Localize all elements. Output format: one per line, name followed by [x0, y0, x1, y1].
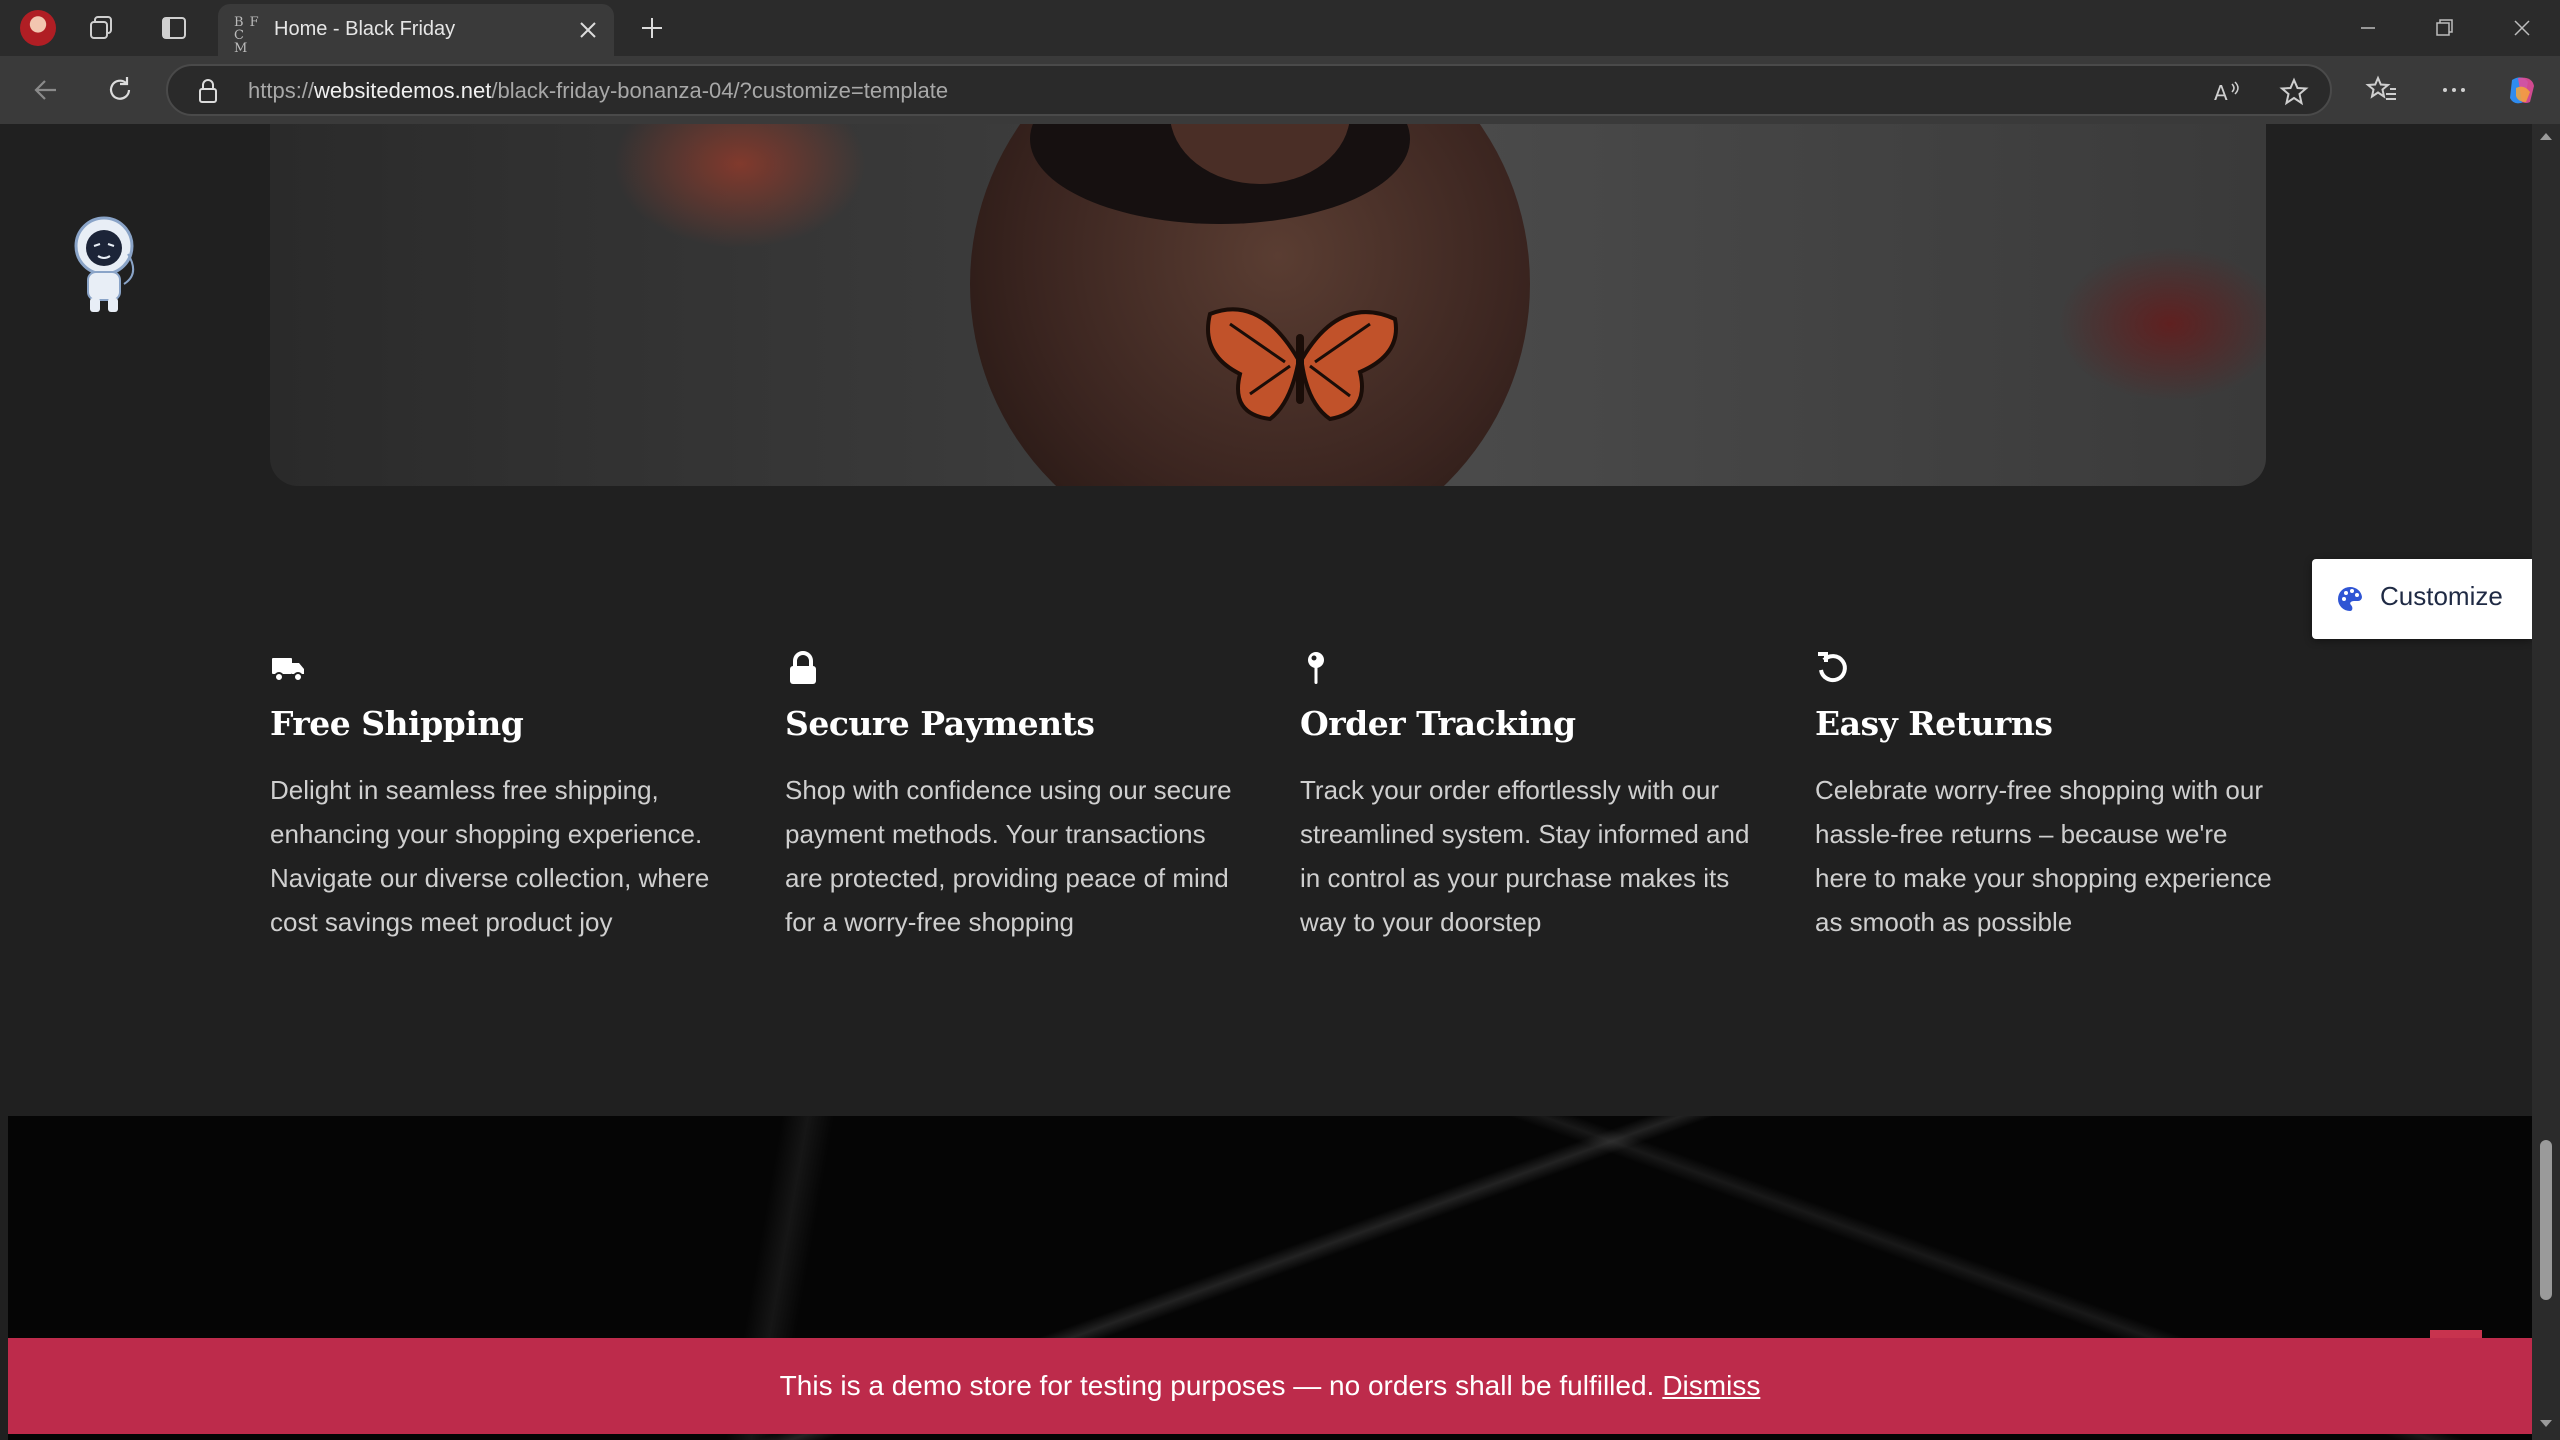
window-close-icon[interactable] [2506, 12, 2538, 44]
customize-button[interactable]: Customize [2312, 559, 2532, 639]
favorites-icon[interactable] [2364, 72, 2400, 108]
feature-description: Track your order effortlessly with our s… [1300, 775, 1750, 937]
undo-icon [1818, 652, 1847, 683]
tab-actions-icon[interactable] [158, 12, 190, 44]
feature-description: Shop with confidence using our secure pa… [785, 775, 1232, 937]
feature-description: Celebrate worry-free shopping with our h… [1815, 775, 2272, 937]
scroll-down-icon[interactable] [2538, 1418, 2554, 1430]
new-tab-icon[interactable] [636, 12, 668, 44]
more-icon[interactable] [2436, 72, 2472, 108]
url-domain: websitedemos.net [314, 78, 492, 103]
demo-store-notice: This is a demo store for testing purpose… [8, 1338, 2532, 1434]
copilot-icon[interactable] [2504, 72, 2540, 108]
hero-image [270, 124, 2266, 486]
scrollbar-thumb[interactable] [2540, 1140, 2552, 1300]
browser-tab-bar: B FC M Home - Black Friday [0, 0, 2560, 56]
butterfly-icon [1206, 307, 1398, 422]
address-bar[interactable]: https://websitedemos.net/black-friday-bo… [166, 64, 2332, 116]
dismiss-link[interactable]: Dismiss [1662, 1370, 1760, 1402]
truck-icon [272, 658, 304, 682]
read-aloud-icon[interactable]: A [2210, 76, 2242, 108]
refresh-icon[interactable] [102, 72, 138, 108]
tab-title: Home - Black Friday [274, 18, 456, 40]
close-icon[interactable] [576, 18, 600, 42]
web-page: Free Shipping Delight in seamless free s… [8, 124, 2532, 1440]
feature-description: Delight in seamless free shipping, enhan… [270, 775, 710, 937]
workspaces-icon[interactable] [86, 12, 118, 44]
scroll-up-icon[interactable] [2538, 130, 2554, 142]
url-path: /black-friday-bonanza-04/?customize=temp… [491, 78, 949, 103]
astronaut-mascot-icon[interactable] [68, 214, 144, 314]
map-pin-icon [1308, 652, 1324, 684]
restore-icon[interactable] [2428, 12, 2460, 44]
url-text[interactable]: https://websitedemos.net/black-friday-bo… [248, 78, 948, 104]
lock-icon[interactable] [196, 78, 220, 104]
demo-notice-content: This is a demo store for testing purpose… [8, 1338, 2532, 1434]
site-favicon-icon: B FC M [234, 15, 260, 56]
browser-nav-bar: https://websitedemos.net/black-friday-bo… [0, 56, 2560, 124]
favorite-icon[interactable] [2278, 76, 2310, 108]
feature-title: Easy Returns [1815, 704, 2053, 743]
customize-label: Customize [2380, 581, 2503, 611]
feature-title: Secure Payments [785, 704, 1095, 743]
profile-icon[interactable] [20, 10, 56, 46]
palette-icon [2338, 586, 2362, 611]
feature-title: Free Shipping [270, 704, 524, 743]
lock-icon [790, 651, 816, 684]
feature-title: Order Tracking [1300, 704, 1576, 743]
back-icon[interactable] [28, 72, 64, 108]
active-tab[interactable]: B FC M Home - Black Friday [218, 4, 614, 56]
url-prefix: https:// [248, 78, 315, 103]
minimize-icon[interactable] [2352, 12, 2384, 44]
demo-notice-text: This is a demo store for testing purpose… [779, 1370, 1655, 1401]
page-scrollbar[interactable] [2532, 124, 2560, 1440]
svg-text:A: A [2214, 81, 2228, 105]
